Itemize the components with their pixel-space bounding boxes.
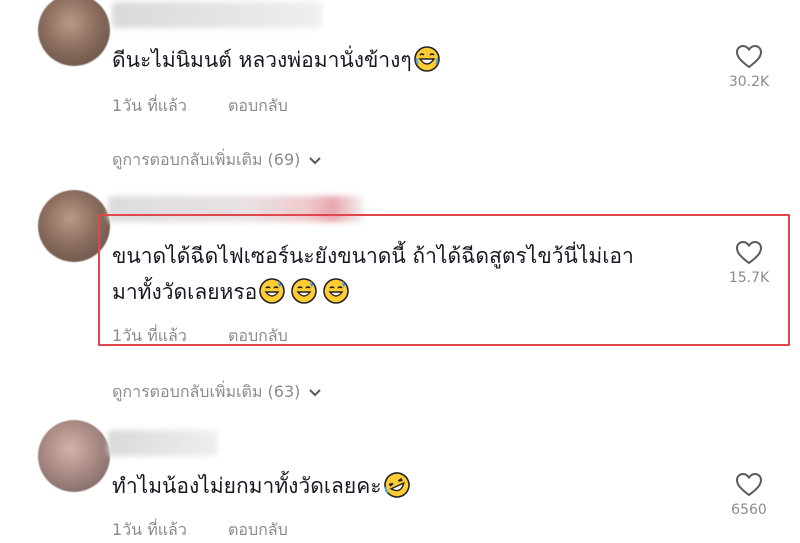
timestamp: 1วัน ที่แล้ว bbox=[112, 96, 187, 115]
view-more-label: ดูการตอบกลับเพิ่มเติม (69) bbox=[112, 150, 301, 169]
like-button[interactable]: 30.2K bbox=[714, 44, 784, 90]
avatar[interactable] bbox=[38, 420, 110, 492]
heart-icon bbox=[735, 472, 763, 497]
heart-icon bbox=[735, 44, 763, 69]
reply-button[interactable]: ตอบกลับ bbox=[228, 96, 288, 115]
view-more-replies[interactable]: ดูการตอบกลับเพิ่มเติม (63) bbox=[112, 380, 322, 405]
avatar[interactable] bbox=[38, 0, 110, 66]
reply-button[interactable]: ตอบกลับ bbox=[228, 520, 288, 539]
chevron-down-icon bbox=[309, 156, 322, 164]
rofl-emoji-icon bbox=[383, 472, 410, 498]
comment-body: ดีนะไม่นิมนต์ หลวงพ่อมานั่งข้างๆ bbox=[112, 48, 412, 72]
view-more-replies[interactable]: ดูการตอบกลับเพิ่มเติม (69) bbox=[112, 148, 322, 173]
like-button[interactable]: 6560 bbox=[714, 472, 784, 518]
like-count: 6560 bbox=[731, 502, 767, 518]
username-blurred[interactable] bbox=[112, 2, 322, 28]
timestamp: 1วัน ที่แล้ว bbox=[112, 520, 187, 539]
username-blurred[interactable] bbox=[108, 430, 218, 456]
comment-meta: 1วัน ที่แล้ว ตอบกลับ bbox=[112, 518, 288, 543]
comment-text: ดีนะไม่นิมนต์ หลวงพ่อมานั่งข้างๆ bbox=[112, 42, 440, 78]
highlight-box bbox=[98, 214, 790, 346]
laughing-emoji-icon bbox=[413, 46, 440, 72]
comment-meta: 1วัน ที่แล้ว ตอบกลับ bbox=[112, 94, 288, 119]
view-more-label: ดูการตอบกลับเพิ่มเติม (63) bbox=[112, 382, 301, 401]
comment-text: ทำไมน้องไม่ยกมาทั้งวัดเลยคะ bbox=[112, 468, 410, 504]
like-count: 30.2K bbox=[728, 74, 770, 90]
comment-body: ทำไมน้องไม่ยกมาทั้งวัดเลยคะ bbox=[112, 474, 382, 498]
chevron-down-icon bbox=[309, 388, 322, 396]
